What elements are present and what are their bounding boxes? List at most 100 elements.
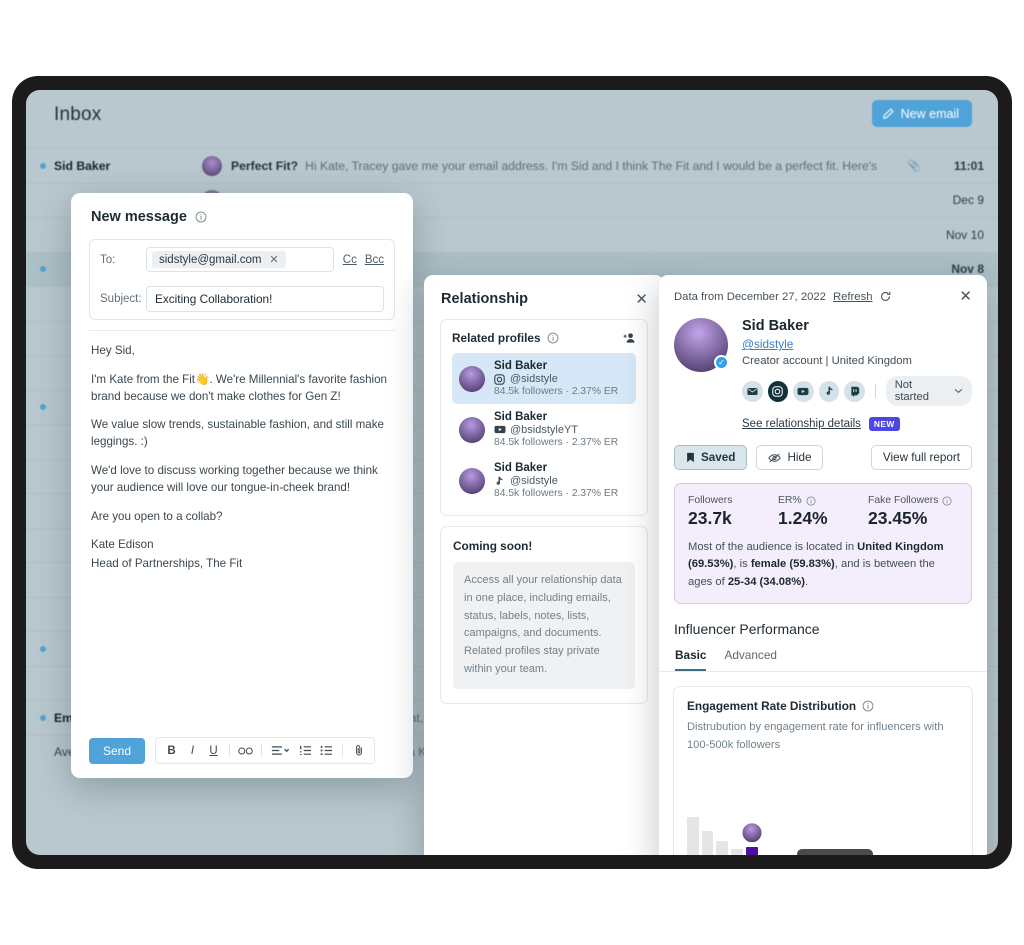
chart-title-row: Engagement Rate Distribution — [687, 699, 959, 713]
bar[interactable] — [731, 848, 743, 855]
twitch-icon[interactable] — [844, 380, 865, 402]
underline-button[interactable]: U — [204, 741, 223, 760]
toolbar-separator — [342, 744, 344, 757]
recipient-chip[interactable]: sidstyle@gmail.com ✕ — [152, 251, 286, 268]
coming-soon-card: Coming soon! Access all your relationshi… — [440, 526, 648, 704]
add-profile-icon[interactable] — [622, 332, 636, 344]
screenshot-root: Inbox New email Sid Baker Perfect Fit? Hi … — [0, 0, 1024, 945]
profile-name: Sid Baker — [494, 462, 548, 474]
profile-name: Sid Baker — [494, 411, 548, 423]
italic-button[interactable]: I — [183, 741, 202, 760]
divider — [874, 384, 876, 398]
unread-dot — [40, 162, 46, 169]
attachment-icon[interactable] — [349, 741, 368, 760]
highlighted-creator-avatar — [740, 820, 764, 844]
info-icon[interactable] — [547, 332, 559, 344]
link-icon[interactable] — [236, 741, 255, 760]
refresh-button[interactable]: Refresh — [833, 291, 873, 303]
cc-button[interactable]: Cc — [343, 254, 357, 266]
bar[interactable] — [716, 841, 729, 855]
see-relationship-details-link[interactable]: See relationship details — [742, 418, 861, 430]
relationship-details-row: See relationship details NEW — [742, 417, 972, 431]
to-input[interactable]: sidstyle@gmail.com ✕ — [146, 247, 334, 272]
youtube-icon — [494, 425, 506, 436]
instagram-icon[interactable] — [767, 380, 789, 402]
profile-handle: @sidstyle — [494, 373, 618, 385]
tab-advanced[interactable]: Advanced — [724, 648, 776, 671]
toolbar-separator — [229, 744, 231, 757]
related-profile-item[interactable]: Sid Baker @bsidstyleYT 84.5k followers · 2… — [452, 404, 636, 455]
stat-label: Fake Followers — [868, 495, 958, 506]
format-toolbar: B I U — [155, 737, 376, 764]
unread-dot — [40, 645, 46, 652]
profile-name: Sid Baker — [494, 360, 548, 372]
ordered-list-icon[interactable] — [296, 741, 315, 760]
align-icon[interactable] — [268, 741, 294, 760]
stats-row: Followers 23.7k ER% 1.24% Fake Followers 23.4… — [688, 495, 958, 529]
saved-label: Saved — [701, 451, 736, 464]
attachment-icon: 📎 — [907, 160, 921, 173]
close-icon[interactable]: ✕ — [635, 292, 648, 307]
mail-date: 11:01 — [953, 158, 984, 173]
new-email-button[interactable]: New email — [871, 100, 972, 127]
related-profile-item[interactable]: Sid Baker @sidstyle 84.5k followers · 2.37… — [452, 455, 636, 506]
mail-row[interactable]: Sid Baker Perfect Fit? Hi Kate, Tracey gav… — [26, 148, 998, 183]
related-profiles-list[interactable]: Sid Baker @sidstyle 84.5k followers · 2.37… — [452, 353, 636, 506]
signature-name: Kate Edison — [91, 538, 154, 552]
audience-highlight: female (59.83%) — [750, 558, 835, 571]
chevron-down-icon — [954, 388, 963, 394]
info-icon[interactable] — [862, 700, 874, 712]
email-icon[interactable] — [742, 380, 763, 402]
youtube-icon[interactable] — [793, 380, 814, 402]
bar[interactable] — [687, 817, 699, 855]
instagram-icon — [494, 373, 505, 385]
chart-tooltip: 1.58 - 1.05% 1.4k creators — [797, 849, 874, 855]
inbox-header: Inbox New email — [26, 90, 998, 148]
performance-tabs[interactable]: Basic Advanced — [659, 637, 987, 673]
stat-label: ER% — [778, 495, 868, 506]
subject-label: Subject: — [100, 293, 142, 305]
handle-text: @sidstyle — [510, 373, 558, 385]
audience-stats-card: Followers 23.7k ER% 1.24% Fake Followers 23.4… — [674, 483, 972, 605]
close-icon[interactable]: ✕ — [959, 289, 972, 304]
info-icon[interactable] — [195, 211, 207, 223]
stat-value: 1.24% — [778, 508, 828, 528]
subject-input[interactable]: Exciting Collaboration! — [146, 286, 384, 312]
stat-value: 23.45% — [868, 508, 928, 528]
subject-value: Exciting Collaboration! — [155, 292, 273, 306]
bar[interactable] — [740, 820, 764, 855]
view-full-report-button[interactable]: View full report — [870, 445, 972, 470]
related-profile-item[interactable]: Sid Baker @sidstyle 84.5k followers · 2.37… — [452, 353, 636, 404]
info-icon[interactable] — [806, 495, 816, 506]
remove-recipient-icon[interactable]: ✕ — [269, 253, 278, 266]
info-icon[interactable] — [942, 495, 952, 506]
mail-subject: Perfect Fit? — [231, 158, 299, 173]
body-paragraph: We value slow trends, sustainable fashio… — [91, 418, 385, 449]
unread-dot — [40, 714, 46, 721]
hide-button[interactable]: Hide — [756, 445, 824, 470]
compose-body[interactable]: Hey Sid, I'm Kate from the Fit👋. We're M… — [71, 331, 413, 573]
bookmark-icon — [687, 452, 694, 463]
bar[interactable] — [701, 830, 714, 855]
profile-meta: Creator account | United Kingdom — [742, 355, 912, 367]
related-profiles-header: Related profiles — [452, 331, 636, 345]
profile-handle: @bsidstyleYT — [494, 424, 618, 436]
handle-text: @bsidstyleYT — [510, 424, 579, 436]
bold-button[interactable]: B — [162, 741, 181, 760]
saved-button[interactable]: Saved — [674, 445, 748, 470]
avatar — [459, 365, 485, 392]
tiktok-icon[interactable] — [818, 380, 840, 402]
profile-handle[interactable]: @sidstyle — [742, 337, 972, 351]
profile-handle: @sidstyle — [494, 475, 618, 487]
bcc-button[interactable]: Bcc — [365, 254, 384, 266]
compose-window: New message To: sidstyle@gmail.com ✕ Cc … — [71, 193, 413, 778]
bullet-list-icon[interactable] — [317, 741, 336, 760]
status-dropdown[interactable]: Not started — [885, 376, 972, 406]
chart-title: Engagement Rate Distribution — [687, 699, 857, 714]
to-field-row: To: sidstyle@gmail.com ✕ Cc Bcc — [90, 240, 394, 279]
send-button[interactable]: Send — [89, 737, 146, 764]
tab-basic[interactable]: Basic — [675, 648, 707, 672]
report-actions: Saved Hide View full report — [659, 431, 987, 470]
stat-block: Followers 23.7k — [688, 495, 778, 529]
refresh-icon[interactable] — [880, 291, 891, 302]
